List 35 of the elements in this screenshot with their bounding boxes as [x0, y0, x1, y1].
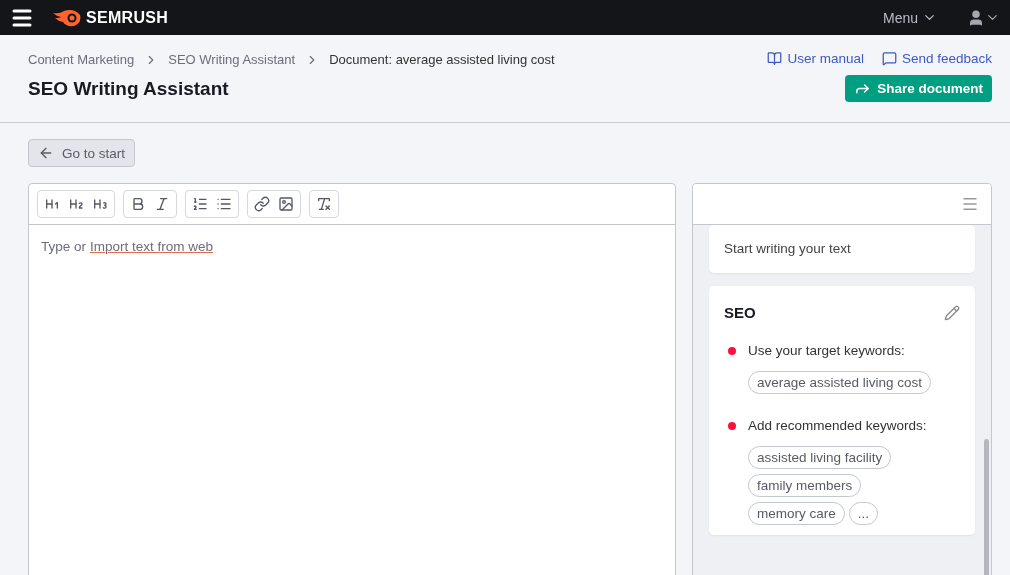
heading-3-icon: [92, 196, 108, 212]
clear-format-icon: [316, 196, 332, 212]
text-editor-field[interactable]: Type or Import text from web: [29, 225, 675, 575]
status-text: Start writing your text: [724, 241, 851, 256]
import-link[interactable]: Import text from web: [90, 239, 214, 254]
numbered-list-icon: [192, 196, 208, 212]
link-icon: [254, 196, 270, 212]
bold-icon: [130, 196, 146, 212]
brand-name: SEMRUSH: [86, 8, 169, 27]
image-icon: [278, 196, 294, 212]
speech-bubble-icon: [881, 51, 897, 66]
check-label: Add recommended keywords:: [748, 418, 927, 433]
page-title: SEO Writing Assistant: [28, 78, 230, 100]
back-button[interactable]: Go to start: [28, 139, 136, 167]
user-icon: [967, 8, 985, 27]
breadcrumb-link[interactable]: SEO Writing Assistant: [168, 52, 296, 67]
italic-icon: [154, 196, 170, 212]
section-title: SEO: [724, 304, 756, 321]
arrow-left-icon: [38, 145, 54, 161]
editor-placeholder: Type or: [41, 239, 87, 254]
flame-logo-icon: [52, 8, 82, 27]
feedback-link[interactable]: Send feedback: [881, 51, 992, 66]
scrollbar[interactable]: [984, 439, 989, 575]
menu-button[interactable]: Menu: [882, 9, 937, 26]
breadcrumb-link[interactable]: Content Marketing: [28, 52, 135, 67]
share-button[interactable]: Share document: [845, 75, 992, 102]
user-menu-button[interactable]: [967, 8, 1000, 27]
user-manual-link[interactable]: User manual: [767, 51, 864, 66]
bullet-list-icon: [216, 196, 232, 212]
breadcrumb-link[interactable]: Document: average assisted living cost: [329, 52, 555, 67]
book-icon: [767, 51, 783, 66]
heading-1-icon: [44, 196, 60, 212]
pencil-icon[interactable]: [944, 304, 960, 321]
check-label: Use your target keywords:: [748, 343, 905, 358]
heading-2-icon: [68, 196, 84, 212]
